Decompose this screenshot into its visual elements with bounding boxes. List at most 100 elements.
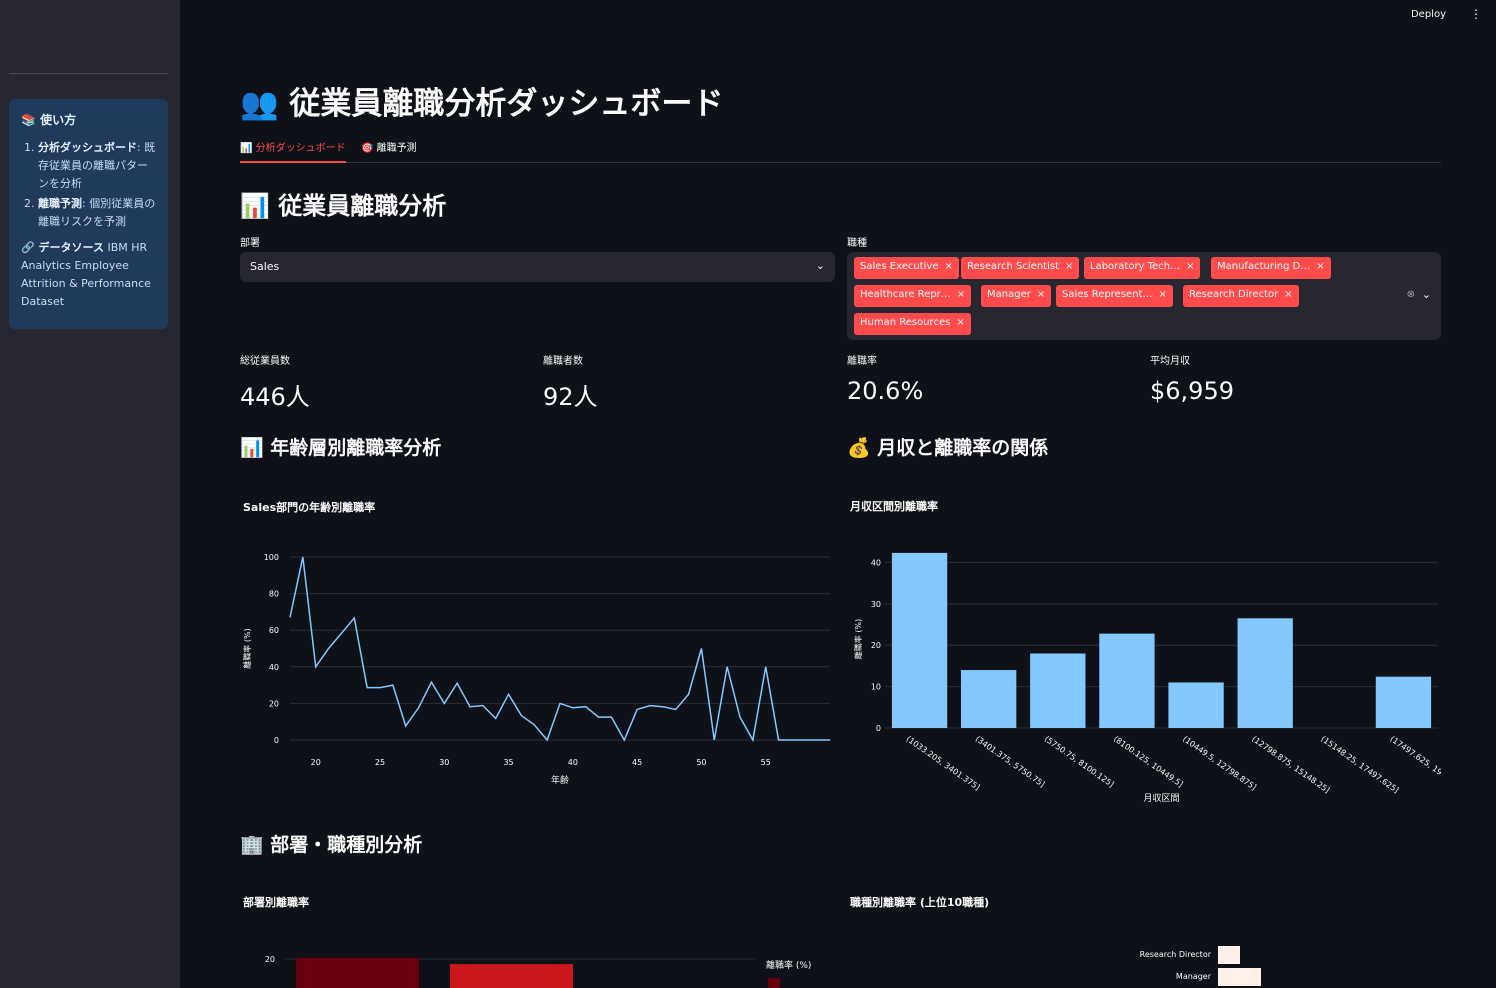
metric-label: 総従業員数 xyxy=(240,356,290,367)
main-menu-icon[interactable]: ⋮ xyxy=(1470,7,1482,21)
tab-prediction[interactable]: 🎯 離職予測 xyxy=(361,139,417,154)
chip-label: Manufacturing D… xyxy=(1217,261,1311,272)
y-tick-label: 60 xyxy=(269,626,279,635)
role-bar xyxy=(1218,968,1261,986)
x-tick-label: (15148.25, 17497.625] xyxy=(1319,734,1400,795)
x-tick-label: (17497.625, 19847.0] xyxy=(1388,734,1441,792)
chevron-down-icon[interactable]: ⌄ xyxy=(816,259,825,272)
x-tick-label: (12798.875, 15148.25] xyxy=(1250,734,1331,795)
income-bar xyxy=(1030,653,1086,728)
department-select[interactable]: Sales ⌄ xyxy=(240,252,835,282)
y-tick-label: 30 xyxy=(871,600,881,609)
usage-info-box: 📚 使い方 分析ダッシュボード: 既存従業員の離職パターンを分析 離職予測: 個… xyxy=(9,99,168,329)
chip-label: Human Resources xyxy=(860,317,951,328)
usage-steps: 分析ダッシュボード: 既存従業員の離職パターンを分析 離職予測: 個別従業員の離… xyxy=(21,139,156,231)
jobrole-chip[interactable]: Sales Executive × xyxy=(854,257,959,279)
metric-attrition-count: 離職者数 92人 xyxy=(543,352,598,412)
x-tick-label: 55 xyxy=(761,758,771,767)
y-axis-label: 離職率 (%) xyxy=(242,628,252,668)
usage-step: 分析ダッシュボード: 既存従業員の離職パターンを分析 xyxy=(38,139,156,193)
metric-value: 92人 xyxy=(543,383,598,411)
y-tick-label: 0 xyxy=(274,736,279,745)
page-title: 👥 従業員離職分析ダッシュボード xyxy=(240,86,724,122)
jobrole-bar-chart: Research DirectorManager離職率 (%) xyxy=(1140,946,1261,986)
role-bar xyxy=(1218,946,1240,964)
chevron-down-icon[interactable]: ⌄ xyxy=(1422,288,1431,301)
close-icon[interactable]: × xyxy=(1316,261,1324,272)
metric-label: 平均月収 xyxy=(1150,356,1190,367)
close-icon[interactable]: × xyxy=(957,289,965,300)
x-tick-label: 40 xyxy=(568,758,578,767)
x-tick-label: 45 xyxy=(632,758,642,767)
y-tick-label: Manager xyxy=(1176,972,1212,981)
dept-bar-chart: 20 離職率 (%) xyxy=(265,955,811,988)
metric-label: 離職者数 xyxy=(543,356,583,367)
jobrole-chip[interactable]: Manager × xyxy=(981,285,1052,307)
age-chart-title: Sales部門の年齢別離職率 xyxy=(243,501,376,514)
data-source-label: 🔗 データソース xyxy=(21,241,104,254)
income-bar xyxy=(961,670,1017,728)
metric-avg-income: 平均月収 $6,959 xyxy=(1150,352,1234,405)
close-icon[interactable]: × xyxy=(1158,289,1166,300)
y-tick-label: 20 xyxy=(269,699,279,708)
close-icon[interactable]: × xyxy=(944,261,952,272)
jobrole-chip[interactable]: Manufacturing D… × xyxy=(1211,257,1331,279)
close-icon[interactable]: × xyxy=(1186,261,1194,272)
clear-all-icon[interactable]: ⊗ xyxy=(1407,289,1415,300)
dept-section-title: 🏢 部署・職種別分析 xyxy=(240,834,423,856)
jobrole-label: 職種 xyxy=(847,238,867,249)
close-icon[interactable]: × xyxy=(1037,289,1045,300)
y-tick-label: 40 xyxy=(269,663,279,672)
legend-title: 離職率 (%) xyxy=(766,959,811,971)
jobrole-chip[interactable]: Research Director × xyxy=(1183,285,1299,307)
x-tick-label: 35 xyxy=(503,758,513,767)
x-tick-label: (3401.375, 5750.75] xyxy=(974,734,1047,789)
income-bar xyxy=(1099,633,1155,728)
x-axis-label: 月収区間 xyxy=(1143,792,1179,804)
sidebar: 📚 使い方 分析ダッシュボード: 既存従業員の離職パターンを分析 離職予測: 個… xyxy=(0,0,180,988)
income-bar xyxy=(1237,618,1293,728)
department-value: Sales xyxy=(250,260,280,273)
y-tick-label: 20 xyxy=(871,641,881,650)
x-tick-label: (1033.205, 3401.375] xyxy=(904,734,981,792)
x-tick-label: 20 xyxy=(311,758,321,767)
jobrole-chart-title: 職種別離職率 (上位10職種) xyxy=(850,896,990,909)
close-icon[interactable]: × xyxy=(956,317,964,328)
sidebar-divider xyxy=(9,73,168,74)
x-tick-label: 30 xyxy=(439,758,449,767)
close-icon[interactable]: × xyxy=(1065,261,1073,272)
metric-label: 離職率 xyxy=(847,356,877,367)
chip-label: Sales Executive xyxy=(860,261,939,272)
close-icon[interactable]: × xyxy=(1284,289,1292,300)
usage-step: 離職予測: 個別従業員の離職リスクを予測 xyxy=(38,195,156,231)
x-axis-label: 年齢 xyxy=(551,774,569,786)
x-tick-label: (5750.75, 8100.125] xyxy=(1043,734,1116,789)
tab-dashboard[interactable]: 📊 分析ダッシュボード xyxy=(240,139,346,163)
dept-bar xyxy=(450,964,573,988)
tab-bar: 📊 分析ダッシュボード 🎯 離職予測 xyxy=(240,137,1441,163)
x-tick-label: 50 xyxy=(696,758,706,767)
usage-title: 📚 使い方 xyxy=(21,113,77,127)
income-bar-chart: 0 10 20 30 40 (1033.205, 3401.375](3401.375, … xyxy=(853,552,1441,804)
income-bar xyxy=(1168,682,1224,728)
jobrole-chip[interactable]: Sales Represent… × xyxy=(1056,285,1173,307)
jobrole-chip[interactable]: Human Resources × xyxy=(854,313,971,335)
x-tick-label: (10449.5, 12798.875] xyxy=(1181,734,1258,792)
y-tick-label: 0 xyxy=(876,724,881,733)
y-tick-label: 10 xyxy=(871,683,881,692)
age-section-title: 📊 年齢層別離職率分析 xyxy=(240,437,442,459)
income-section-title: 💰 月収と離職率の関係 xyxy=(847,437,1049,459)
income-bar xyxy=(891,552,948,728)
dept-chart-title: 部署別離職率 xyxy=(243,896,309,909)
x-tick-label: 25 xyxy=(375,758,385,767)
income-chart-title: 月収区間別離職率 xyxy=(850,500,938,513)
chip-label: Laboratory Tech… xyxy=(1090,261,1181,272)
jobrole-multiselect[interactable]: Sales Executive × Research Scientist × Lab… xyxy=(847,252,1441,340)
main-content: 👥 従業員離職分析ダッシュボード 📊 分析ダッシュボード 🎯 離職予測 📊 従業… xyxy=(240,0,1441,988)
jobrole-chip[interactable]: Laboratory Tech… × xyxy=(1084,257,1201,279)
age-line-chart: 0 20 40 60 80 100 20 25 30 35 40 45 50 55 年齢 離職率 (%) xyxy=(242,553,830,786)
y-tick-label: 80 xyxy=(269,590,279,599)
jobrole-chip[interactable]: Research Scientist × xyxy=(961,257,1080,279)
colorbar xyxy=(768,978,780,988)
jobrole-chip[interactable]: Healthcare Repr… × xyxy=(854,285,972,307)
